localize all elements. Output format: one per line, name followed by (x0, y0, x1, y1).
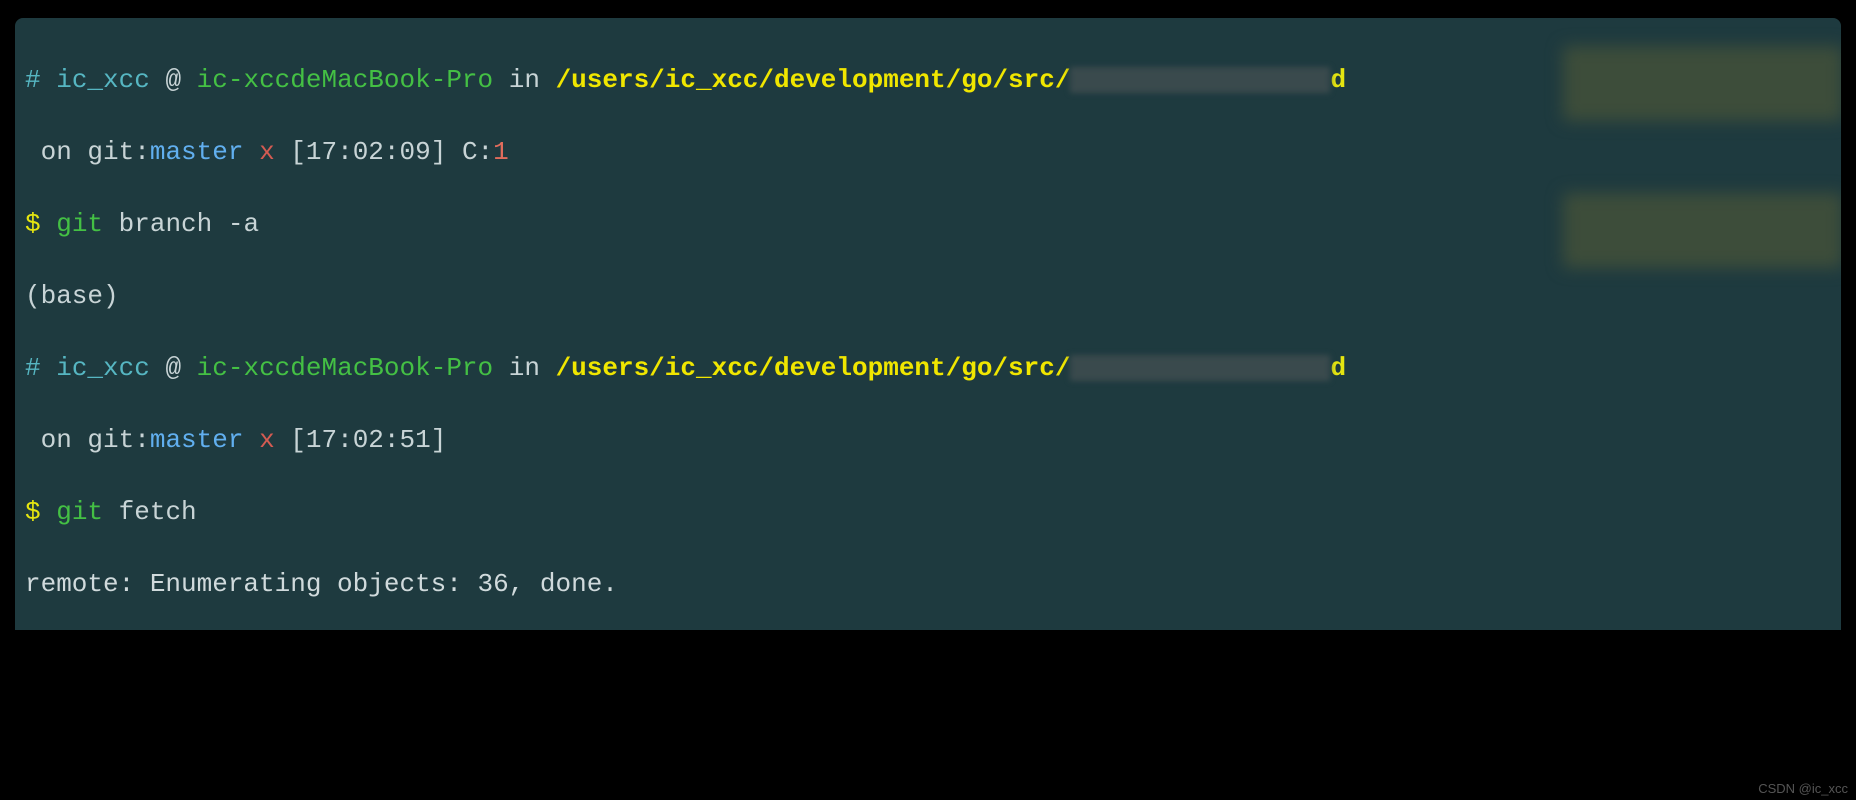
base-env-1: (base) (25, 278, 1831, 314)
at-symbol: @ (165, 353, 181, 383)
git-command: git (56, 497, 103, 527)
exit-code-label: C: (462, 137, 493, 167)
hash-symbol: # (25, 65, 41, 95)
command-line-1: $ git branch -a (25, 206, 1831, 242)
hostname: ic-xccdeMacBook-Pro (197, 65, 493, 95)
username: ic_xcc (56, 353, 150, 383)
on-label: on (25, 137, 72, 167)
redacted-path (1070, 67, 1330, 93)
command-line-2: $ git fetch (25, 494, 1831, 530)
git-dirty-x: x (259, 137, 275, 167)
redacted-overlay (1563, 193, 1841, 268)
output-line: remote: Enumerating objects: 36, done. (25, 566, 1831, 602)
prompt-line-1b: on git:master x [17:02:09] C:1 (25, 134, 1831, 170)
redacted-path (1070, 355, 1330, 381)
timestamp: [17:02:09] (290, 137, 446, 167)
dollar-prompt: $ (25, 497, 41, 527)
on-label: on (25, 425, 72, 455)
cwd-path: /users/ic_xcc/development/go/src/ (556, 65, 1071, 95)
redacted-overlay (1563, 46, 1841, 121)
path-end: d (1330, 353, 1346, 383)
hash-symbol: # (25, 353, 41, 383)
git-label: git: (87, 137, 149, 167)
git-args: branch -a (119, 209, 259, 239)
git-branch: master (150, 137, 244, 167)
username: ic_xcc (56, 65, 150, 95)
in-label: in (509, 65, 540, 95)
git-dirty-x: x (259, 425, 275, 455)
exit-code-value: 1 (493, 137, 509, 167)
git-command: git (56, 209, 103, 239)
hostname: ic-xccdeMacBook-Pro (197, 353, 493, 383)
terminal-window[interactable]: # ic_xcc @ ic-xccdeMacBook-Pro in /users… (15, 18, 1841, 630)
in-label: in (509, 353, 540, 383)
prompt-line-1: # ic_xcc @ ic-xccdeMacBook-Pro in /users… (25, 62, 1831, 98)
timestamp: [17:02:51] (290, 425, 446, 455)
dollar-prompt: $ (25, 209, 41, 239)
git-branch: master (150, 425, 244, 455)
cwd-path: /users/ic_xcc/development/go/src/ (556, 353, 1071, 383)
path-end: d (1330, 65, 1346, 95)
git-label: git: (87, 425, 149, 455)
git-args: fetch (119, 497, 197, 527)
at-symbol: @ (165, 65, 181, 95)
watermark-text: CSDN @ic_xcc (1758, 781, 1848, 796)
prompt-line-2b: on git:master x [17:02:51] (25, 422, 1831, 458)
prompt-line-2: # ic_xcc @ ic-xccdeMacBook-Pro in /users… (25, 350, 1831, 386)
